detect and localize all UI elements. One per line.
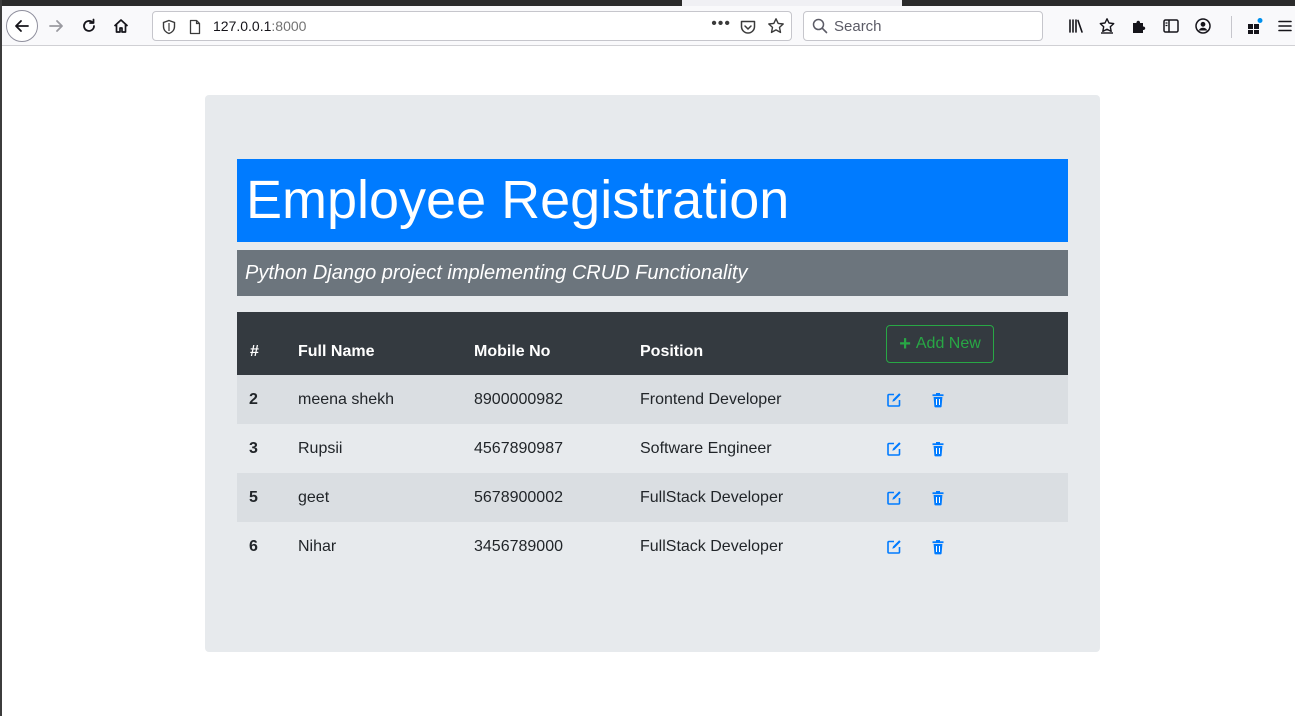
cell-name: meena shekh <box>298 391 395 408</box>
table-row: 6 Nihar 3456789000 FullStack Developer <box>237 522 1068 571</box>
cell-position: FullStack Developer <box>640 489 784 506</box>
trash-icon[interactable] <box>930 490 946 506</box>
page-title: Employee Registration <box>246 170 790 230</box>
cell-id: 6 <box>249 538 258 555</box>
subtitle-bar: Python Django project implementing CRUD … <box>237 250 1068 296</box>
home-button[interactable] <box>105 10 137 42</box>
cell-mobile: 4567890987 <box>474 440 563 457</box>
edit-icon[interactable] <box>886 490 902 506</box>
cell-position: Software Engineer <box>640 440 772 457</box>
sidebar-button[interactable] <box>1160 15 1182 37</box>
page-actions-more-icon[interactable]: ••• <box>711 15 731 33</box>
account-icon <box>1195 18 1211 34</box>
cell-name: Rupsii <box>298 440 343 457</box>
forward-arrow-icon <box>49 20 63 32</box>
back-arrow-icon <box>15 20 29 32</box>
cell-name: Nihar <box>298 538 337 555</box>
edit-icon[interactable] <box>886 441 902 457</box>
trash-icon[interactable] <box>930 539 946 555</box>
page-icon[interactable] <box>187 19 203 35</box>
toolbar-separator <box>1231 16 1232 38</box>
cell-id: 5 <box>249 489 258 506</box>
column-header-mobile: Mobile No <box>474 343 551 360</box>
url-bar[interactable]: 127.0.0.1:8000 ••• <box>152 11 792 41</box>
column-header-name: Full Name <box>298 343 375 360</box>
trash-icon[interactable] <box>930 392 946 408</box>
search-bar[interactable] <box>803 11 1043 41</box>
browser-toolbar: 127.0.0.1:8000 ••• <box>2 6 1295 46</box>
pocket-icon[interactable] <box>739 18 757 36</box>
cell-mobile: 3456789000 <box>474 538 563 555</box>
search-input[interactable] <box>834 16 1034 36</box>
sidebar-icon <box>1163 19 1179 33</box>
cell-id: 2 <box>249 391 258 408</box>
edit-icon[interactable] <box>886 392 902 408</box>
table-row: 5 geet 5678900002 FullStack Developer <box>237 473 1068 522</box>
table-row: 3 Rupsii 4567890987 Software Engineer <box>237 424 1068 473</box>
cell-id: 3 <box>249 440 258 457</box>
home-icon <box>113 19 129 33</box>
plus-icon: + <box>899 333 911 355</box>
trash-icon[interactable] <box>930 441 946 457</box>
table-row: 2 meena shekh 8900000982 Frontend Develo… <box>237 375 1068 424</box>
add-new-label: Add New <box>915 335 981 352</box>
url-text[interactable]: 127.0.0.1:8000 <box>213 18 306 34</box>
employee-table: # Full Name Mobile No Position + Add New… <box>237 312 1068 571</box>
bookmark-star-icon[interactable] <box>767 17 785 35</box>
search-icon <box>812 18 828 34</box>
page-container: Employee Registration Python Django proj… <box>205 95 1100 652</box>
url-host: 127.0.0.1 <box>213 18 272 34</box>
back-button[interactable] <box>6 10 38 42</box>
cell-mobile: 5678900002 <box>474 489 563 506</box>
menu-button[interactable] <box>1274 15 1295 37</box>
bookmarks-button[interactable] <box>1096 15 1118 37</box>
add-new-button[interactable]: + Add New <box>886 325 994 363</box>
addon-button[interactable] <box>1244 15 1266 37</box>
cell-mobile: 8900000982 <box>474 391 563 408</box>
edit-icon[interactable] <box>886 539 902 555</box>
column-header-position: Position <box>640 343 704 360</box>
library-button[interactable] <box>1065 15 1087 37</box>
page-header: Employee Registration <box>237 159 1068 242</box>
bookmarks-star-icon <box>1099 18 1115 34</box>
cell-name: geet <box>298 489 330 506</box>
hamburger-menu-icon <box>1278 20 1292 32</box>
library-icon <box>1069 19 1083 33</box>
url-port: :8000 <box>271 18 307 34</box>
reload-button[interactable] <box>73 10 105 42</box>
column-header-id: # <box>250 343 259 360</box>
account-button[interactable] <box>1192 15 1214 37</box>
table-header: # Full Name Mobile No Position + Add New <box>237 312 1068 375</box>
reload-icon <box>83 18 95 32</box>
page-subtitle: Python Django project implementing CRUD … <box>245 262 748 284</box>
shield-icon[interactable] <box>161 19 177 35</box>
cell-position: Frontend Developer <box>640 391 782 408</box>
forward-button[interactable] <box>40 10 72 42</box>
puzzle-icon <box>1133 20 1146 33</box>
cell-position: FullStack Developer <box>640 538 784 555</box>
extensions-button[interactable] <box>1128 15 1150 37</box>
addon-grid-icon <box>1248 18 1263 34</box>
